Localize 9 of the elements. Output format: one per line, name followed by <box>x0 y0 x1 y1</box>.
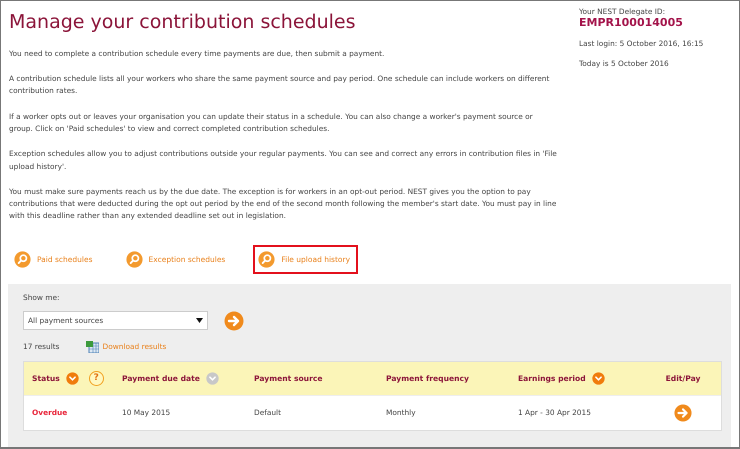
search-icon <box>14 251 31 268</box>
search-icon <box>126 251 143 268</box>
edit-pay-button[interactable] <box>674 404 692 422</box>
page-title: Manage your contribution schedules <box>9 11 357 34</box>
search-icon <box>258 251 276 268</box>
caret-icon <box>196 318 203 324</box>
delegate-id: EMPR100014005 <box>579 17 684 30</box>
spreadsheet-icon <box>86 340 99 353</box>
go-button[interactable] <box>224 310 244 331</box>
